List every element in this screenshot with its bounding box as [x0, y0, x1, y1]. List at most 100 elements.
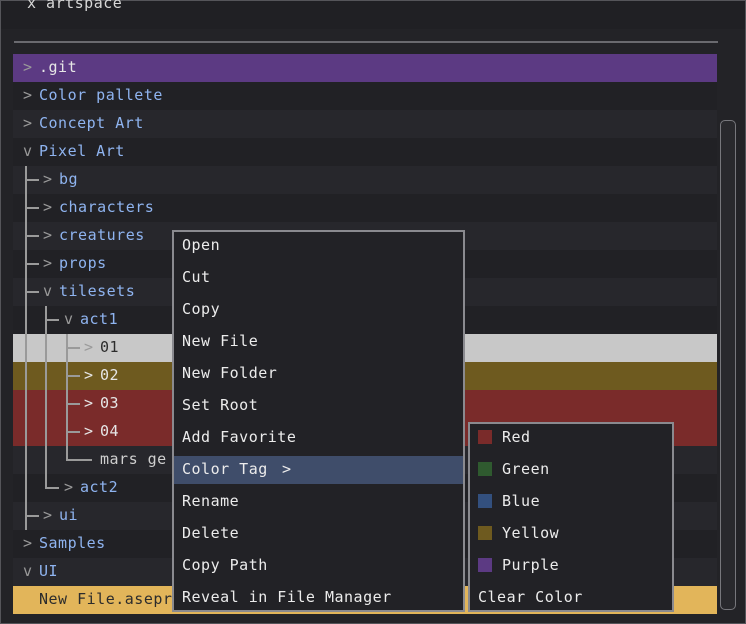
menu-item-new-folder[interactable]: New Folder [174, 360, 463, 388]
submenu-item-label: Purple [502, 556, 560, 574]
submenu-item-label: Clear Color [478, 588, 583, 606]
tree-item-label: New File.asepri [39, 590, 182, 608]
tree-guide-line [45, 306, 47, 488]
tree-row-pixel-art[interactable]: v Pixel Art [13, 138, 717, 166]
tree-guide-line [25, 235, 39, 237]
tree-row-bg[interactable]: > bg [13, 166, 717, 194]
green-swatch-icon [478, 462, 492, 476]
tree-item-label: props [59, 254, 107, 272]
tree-guide-line [25, 515, 39, 517]
menu-item-label: Copy Path [182, 556, 268, 574]
chevron-right-icon: > [282, 460, 292, 478]
tree-guide-line [25, 166, 27, 530]
submenu-item-label: Green [502, 460, 550, 478]
tree-item-label: mars ge [100, 450, 167, 468]
tree-item-label: 02 [100, 366, 120, 384]
tree-item-label: tilesets [59, 282, 136, 300]
tree-row-color-pallete[interactable]: > Color pallete [13, 82, 717, 110]
menu-item-label: Cut [182, 268, 211, 286]
tree-row-git[interactable]: > .git [13, 54, 717, 82]
menu-item-label: Copy [182, 300, 221, 318]
submenu-item-red[interactable]: Red [470, 424, 672, 452]
tree-item-label: Concept Art [39, 114, 144, 132]
tree-guide-line [66, 375, 80, 377]
menu-item-copy-path[interactable]: Copy Path [174, 552, 463, 580]
menu-item-open[interactable]: Open [174, 232, 463, 260]
menu-item-add-favorite[interactable]: Add Favorite [174, 424, 463, 452]
tree-guide-line [45, 487, 59, 489]
tree-item-label: Pixel Art [39, 142, 125, 160]
color-tag-submenu: Red Green Blue Yellow Purple Clear Color [468, 422, 674, 612]
tree-item-label: Color pallete [39, 86, 163, 104]
red-swatch-icon [478, 430, 492, 444]
submenu-item-label: Red [502, 428, 531, 446]
submenu-item-label: Blue [502, 492, 541, 510]
menu-item-label: New Folder [182, 364, 278, 382]
tree-guide-line [25, 263, 39, 265]
tree-item-label: UI [39, 562, 59, 580]
submenu-item-purple[interactable]: Purple [470, 552, 672, 580]
chevron-right-icon: > [43, 198, 53, 216]
chevron-right-icon: > [23, 534, 33, 552]
submenu-item-green[interactable]: Green [470, 456, 672, 484]
tree-guide-line [66, 347, 80, 349]
tree-guide-line [25, 179, 39, 181]
menu-item-label: Color Tag [182, 460, 268, 478]
tree-item-label: creatures [59, 226, 145, 244]
menu-item-new-file[interactable]: New File [174, 328, 463, 356]
context-menu: Open Cut Copy New File New Folder Set Ro… [172, 230, 465, 612]
chevron-right-icon: > [23, 114, 33, 132]
tree-guide-line [66, 431, 80, 433]
tree-item-label: act1 [80, 310, 119, 328]
menu-item-label: New File [182, 332, 259, 350]
submenu-item-blue[interactable]: Blue [470, 488, 672, 516]
chevron-down-icon: v [23, 142, 33, 160]
chevron-right-icon: > [23, 58, 33, 76]
vertical-scrollbar[interactable] [720, 120, 736, 610]
menu-item-label: Add Favorite [182, 428, 297, 446]
submenu-item-yellow[interactable]: Yellow [470, 520, 672, 548]
tree-guide-line [45, 319, 59, 321]
menu-item-color-tag[interactable]: Color Tag > [174, 456, 463, 484]
menu-item-reveal[interactable]: Reveal in File Manager [174, 584, 463, 612]
chevron-down-icon: v [43, 282, 53, 300]
tree-row-concept-art[interactable]: > Concept Art [13, 110, 717, 138]
tree-item-label: bg [59, 170, 79, 188]
top-header: x artspace [1, 0, 745, 29]
tree-item-label: characters [59, 198, 155, 216]
chevron-right-icon: > [43, 170, 53, 188]
yellow-swatch-icon [478, 526, 492, 540]
submenu-item-clear-color[interactable]: Clear Color [470, 584, 672, 612]
menu-item-cut[interactable]: Cut [174, 264, 463, 292]
top-partial-text: x artspace [27, 0, 123, 12]
menu-item-label: Delete [182, 524, 240, 542]
tree-item-label: ui [59, 506, 79, 524]
tree-row-characters[interactable]: > characters [13, 194, 717, 222]
tree-item-label: 01 [100, 338, 120, 356]
tree-guide-line [66, 403, 80, 405]
menu-item-delete[interactable]: Delete [174, 520, 463, 548]
menu-item-label: Set Root [182, 396, 259, 414]
submenu-item-label: Yellow [502, 524, 560, 542]
chevron-down-icon: v [64, 310, 74, 328]
tree-item-label: act2 [80, 478, 119, 496]
chevron-right-icon: > [43, 506, 53, 524]
divider [14, 41, 718, 43]
chevron-right-icon: > [84, 394, 94, 412]
chevron-right-icon: > [84, 366, 94, 384]
blue-swatch-icon [478, 494, 492, 508]
menu-item-set-root[interactable]: Set Root [174, 392, 463, 420]
menu-item-label: Open [182, 236, 221, 254]
tree-guide-line [66, 459, 92, 461]
chevron-right-icon: > [84, 422, 94, 440]
tree-item-label: 04 [100, 422, 120, 440]
chevron-right-icon: > [23, 86, 33, 104]
menu-item-copy[interactable]: Copy [174, 296, 463, 324]
tree-guide-line [25, 291, 39, 293]
menu-item-label: Reveal in File Manager [182, 588, 392, 606]
tree-item-label: Samples [39, 534, 106, 552]
tree-guide-line [25, 207, 39, 209]
menu-item-rename[interactable]: Rename [174, 488, 463, 516]
tree-item-label: .git [39, 58, 78, 76]
chevron-right-icon: > [43, 226, 53, 244]
